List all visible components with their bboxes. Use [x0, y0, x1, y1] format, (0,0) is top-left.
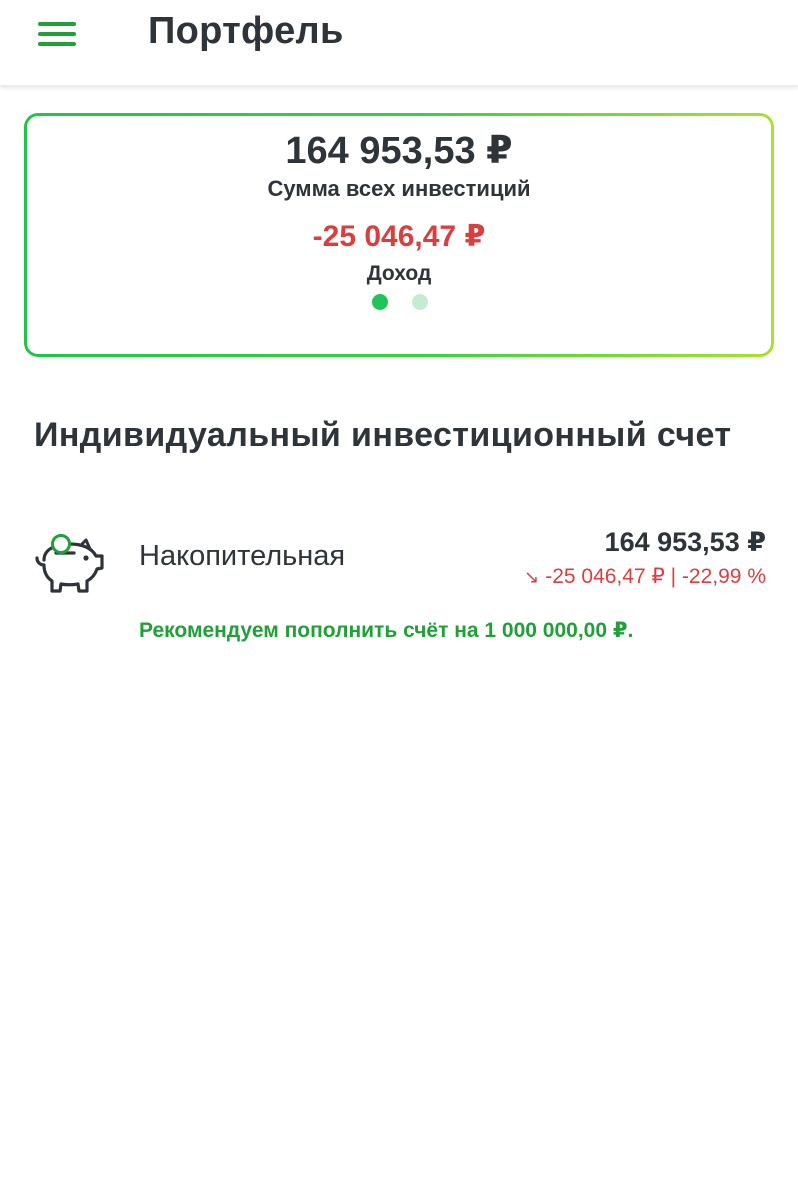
page-title: Портфель: [148, 10, 344, 52]
account-name: Накопительная: [139, 540, 346, 572]
income-label: Доход: [366, 262, 432, 285]
total-investments-value: 164 953,53 ₽: [285, 130, 513, 172]
portfolio-summary-card[interactable]: 164 953,53 ₽ Сумма всех инвестиций -25 0…: [24, 113, 774, 357]
page-dot-inactive[interactable]: [412, 294, 428, 310]
page-dot-active[interactable]: [372, 294, 388, 310]
account-change-value: -25 046,47 ₽ | -22,99 %: [545, 565, 766, 588]
piggy-bank-icon: [35, 534, 104, 593]
account-change: ↘ -25 046,47 ₽ | -22,99 %: [524, 564, 766, 589]
income-value: -25 046,47 ₽: [312, 220, 486, 253]
section-title: Индивидуальный инвестиционный счет: [34, 416, 732, 454]
account-row[interactable]: Накопительная 164 953,53 ₽ ↘ -25 046,47 ₽…: [0, 520, 798, 660]
top-up-recommendation[interactable]: Рекомендуем пополнить счёт на 1 000 000,…: [139, 618, 633, 643]
carousel-pagination: [27, 294, 771, 314]
account-amount: 164 953,53 ₽: [604, 527, 766, 557]
total-investments-label: Сумма всех инвестиций: [267, 176, 531, 201]
arrow-down-right-icon: ↘: [524, 567, 540, 587]
app-bar: Портфель: [0, 0, 798, 86]
hamburger-menu-icon[interactable]: [32, 14, 84, 54]
